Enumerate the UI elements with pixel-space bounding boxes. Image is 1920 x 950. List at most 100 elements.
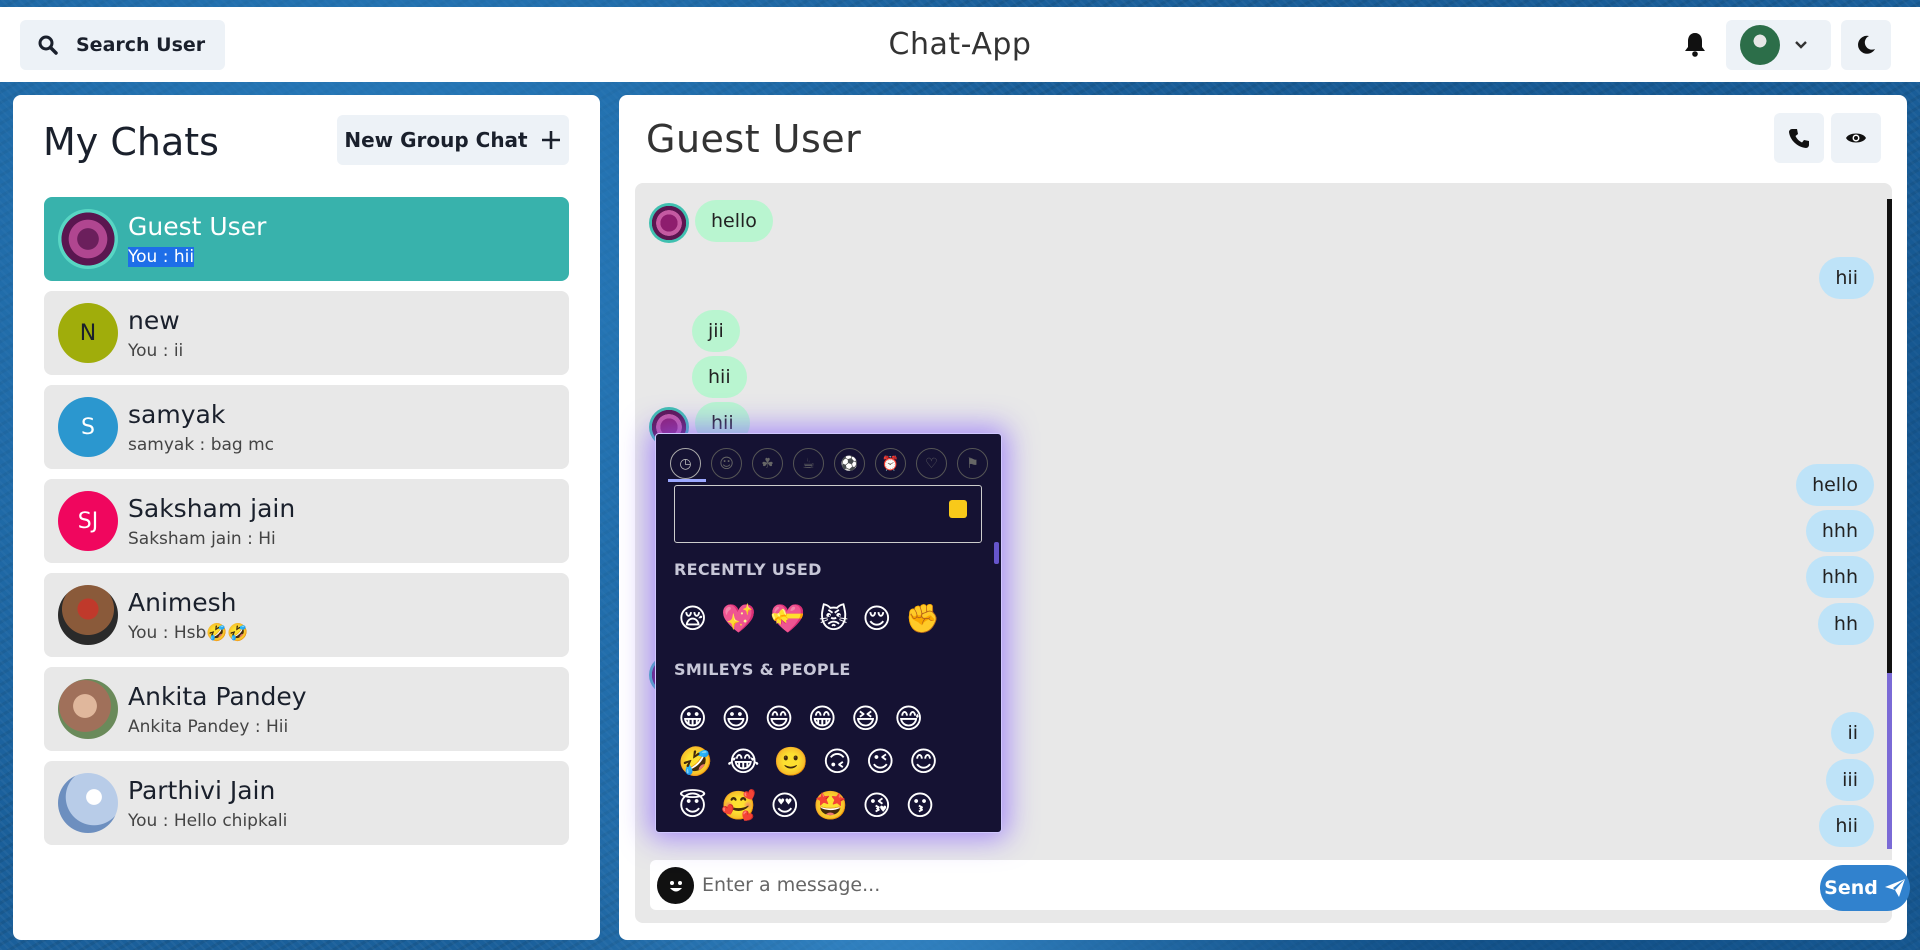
message-bubble: hhh — [1805, 510, 1874, 552]
message-bubble: jii — [692, 310, 740, 352]
conversation-title: Guest User — [646, 117, 862, 161]
chat-item-parthivi-jain[interactable]: Parthivi Jain You : Hello chipkali — [44, 761, 569, 845]
recent-emoji-row: 😪 💖 💝 😾 😌 ✊ — [678, 602, 940, 636]
emoji-item[interactable]: 😁 — [808, 702, 837, 736]
message-bubble: hello — [1796, 464, 1874, 506]
emoji-item[interactable]: 😄 — [764, 702, 793, 736]
emoji-item[interactable]: 💝 — [770, 602, 805, 636]
emoji-item[interactable]: 💖 — [721, 602, 756, 636]
emoji-item[interactable]: 😪 — [678, 602, 707, 636]
smiley-emoji-row: 😇 🥰 😍 🤩 😘 😗 — [678, 789, 935, 823]
send-label: Send — [1824, 877, 1878, 899]
top-bar: Search User Chat-App — [0, 7, 1920, 82]
emoji-picker-scrollbar[interactable] — [994, 542, 999, 564]
avatar-initials: N — [79, 320, 97, 346]
chevron-down-icon — [1795, 41, 1807, 49]
moon-icon — [1858, 35, 1875, 54]
view-profile-button[interactable] — [1831, 113, 1881, 163]
food-category-icon[interactable]: ☕ — [793, 448, 824, 479]
smiley-icon — [669, 880, 682, 891]
my-chats-title: My Chats — [43, 120, 219, 164]
chat-last-message: Saksham jain : Hi — [128, 529, 276, 549]
emoji-search-input[interactable] — [674, 485, 982, 543]
travel-category-icon[interactable]: ⏰ — [875, 448, 906, 479]
avatar: S — [58, 397, 118, 457]
avatar-initials: S — [81, 414, 95, 440]
emoji-picker: ◷ ☺ ☘ ☕ ⚽ ⏰ ♡ ⚑ RECENTLY USED 😪 💖 💝 😾 😌 … — [655, 433, 1002, 833]
emoji-item[interactable]: 😘 — [862, 789, 891, 823]
my-chats-panel: My Chats New Group Chat Guest User You :… — [13, 95, 600, 940]
activity-category-icon[interactable]: ⚽ — [834, 448, 865, 479]
smiley-emoji-row: 😀 😃 😄 😁 😆 😅 — [678, 702, 923, 736]
emoji-item[interactable]: 🤩 — [813, 789, 848, 823]
avatar: SJ — [58, 491, 118, 551]
message-bubble: hii — [692, 356, 747, 398]
emoji-item[interactable]: ✊ — [905, 602, 940, 636]
phone-icon — [1789, 129, 1809, 148]
message-bubble: hello — [695, 200, 773, 242]
chat-item-animesh[interactable]: Animesh You : Hsb🤣🤣 — [44, 573, 569, 657]
emoji-item[interactable]: 😌 — [862, 602, 891, 636]
avatar — [58, 585, 118, 645]
animal-category-icon[interactable]: ☘ — [752, 448, 783, 479]
chat-last-message: samyak : bag mc — [128, 435, 275, 455]
emoji-item[interactable]: 😀 — [678, 702, 707, 736]
smileys-heading: SMILEYS & PEOPLE — [674, 660, 851, 679]
chat-item-new[interactable]: N new You : ii — [44, 291, 569, 375]
smiley-category-icon[interactable]: ☺ — [711, 448, 742, 479]
chat-last-message: You : Hsb🤣🤣 — [128, 623, 249, 643]
avatar — [58, 773, 118, 833]
emoji-item[interactable]: 😉 — [866, 745, 895, 779]
chat-name: Saksham jain — [128, 494, 296, 523]
message-bubble: iii — [1826, 759, 1874, 801]
emoji-item[interactable]: 🥰 — [721, 789, 756, 823]
emoji-item[interactable]: 🙃 — [822, 745, 851, 779]
call-button[interactable] — [1774, 113, 1824, 163]
chat-item-samyak[interactable]: S samyak samyak : bag mc — [44, 385, 569, 469]
avatar — [1740, 25, 1780, 65]
emoji-item[interactable]: 😂 — [727, 745, 760, 779]
smiley-emoji-row: 🤣 😂 🙂 🙃 😉 😊 — [678, 745, 938, 779]
message-input[interactable] — [702, 865, 1802, 905]
new-group-chat-label: New Group Chat — [344, 128, 528, 152]
emoji-toggle-button[interactable] — [657, 867, 694, 904]
chat-last-message: You : hii — [128, 247, 195, 267]
symbols-category-icon[interactable]: ♡ — [916, 448, 947, 479]
chat-item-saksham-jain[interactable]: SJ Saksham jain Saksham jain : Hi — [44, 479, 569, 563]
chat-name: Animesh — [128, 588, 237, 617]
avatar — [649, 203, 689, 243]
notification-bell-icon[interactable] — [1683, 31, 1707, 61]
emoji-item[interactable]: 😇 — [678, 789, 707, 823]
emoji-item[interactable]: 😗 — [905, 789, 934, 823]
chat-name: new — [128, 306, 180, 335]
chat-item-ankita-pandey[interactable]: Ankita Pandey Ankita Pandey : Hii — [44, 667, 569, 751]
emoji-item[interactable]: 😅 — [894, 702, 923, 736]
paper-plane-icon — [1884, 879, 1905, 897]
message-input-bar: Send — [650, 860, 1910, 911]
recent-clock-icon[interactable]: ◷ — [670, 448, 701, 479]
app-title: Chat-App — [888, 27, 1032, 62]
emoji-item[interactable]: 😊 — [909, 745, 938, 779]
avatar: N — [58, 303, 118, 363]
dark-mode-toggle[interactable] — [1841, 20, 1891, 70]
message-bubble: ii — [1831, 712, 1874, 754]
send-button[interactable]: Send — [1820, 865, 1910, 911]
skin-tone-selector[interactable] — [949, 500, 967, 518]
scrollbar-thumb[interactable] — [1887, 673, 1892, 849]
emoji-item[interactable]: 😍 — [770, 789, 799, 823]
chat-name: Parthivi Jain — [128, 776, 276, 805]
chat-item-guest-user[interactable]: Guest User You : hii — [44, 197, 569, 281]
emoji-category-tabs: ◷ ☺ ☘ ☕ ⚽ ⏰ ♡ ⚑ — [670, 448, 988, 479]
chat-name: Guest User — [128, 212, 267, 241]
profile-menu-button[interactable] — [1726, 20, 1831, 70]
chat-name: samyak — [128, 400, 226, 429]
chat-list: Guest User You : hii N new You : ii S sa… — [44, 197, 569, 855]
emoji-item[interactable]: 🤣 — [678, 745, 713, 779]
new-group-chat-button[interactable]: New Group Chat — [337, 115, 569, 165]
emoji-item[interactable]: 🙂 — [774, 745, 809, 779]
flags-category-icon[interactable]: ⚑ — [957, 448, 988, 479]
emoji-item[interactable]: 😾 — [819, 602, 848, 636]
message-bubble: hh — [1817, 603, 1874, 645]
emoji-item[interactable]: 😃 — [721, 702, 750, 736]
emoji-item[interactable]: 😆 — [851, 702, 880, 736]
